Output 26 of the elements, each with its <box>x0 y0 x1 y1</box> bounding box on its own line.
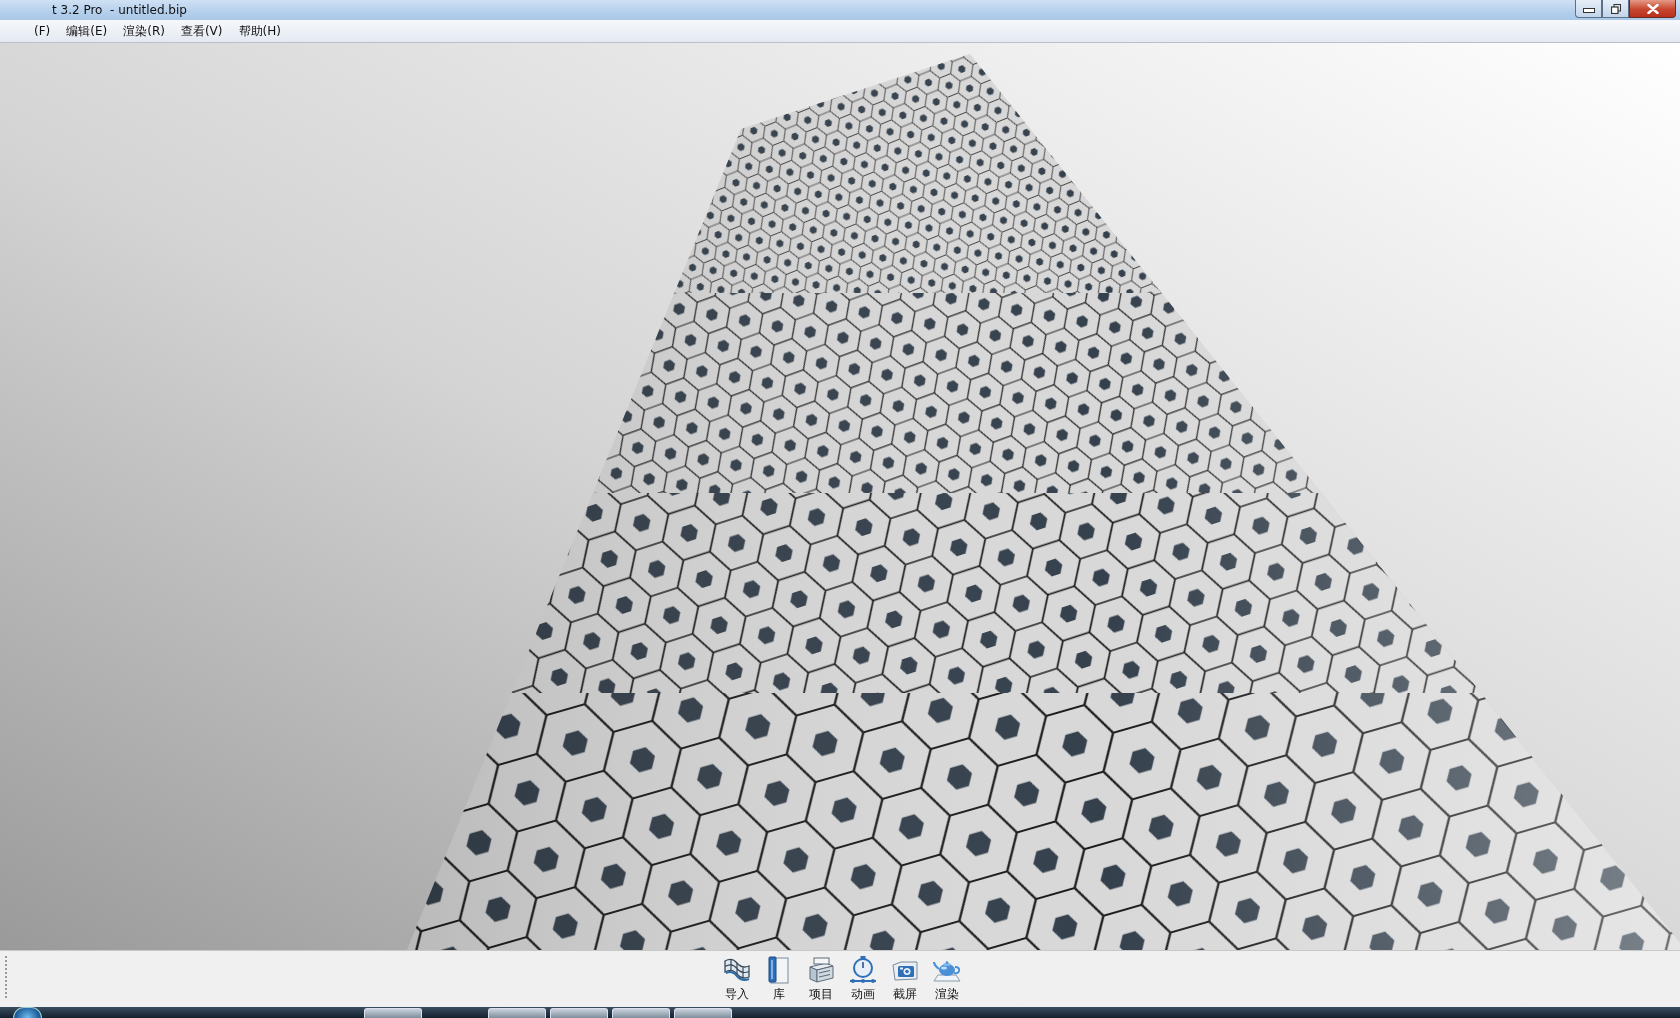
desk-icon <box>806 955 836 985</box>
taskbar-button[interactable] <box>550 1008 608 1018</box>
menu-item[interactable]: 渲染(R) <box>115 21 173 41</box>
restore-icon <box>1610 3 1621 14</box>
minimize-button[interactable] <box>1575 0 1602 18</box>
menu-item[interactable]: 帮助(H) <box>230 21 289 41</box>
start-button[interactable] <box>13 1007 42 1018</box>
taskbar-button[interactable] <box>488 1008 546 1018</box>
close-button[interactable] <box>1629 0 1676 18</box>
toolbar-button[interactable]: 渲染 <box>927 955 967 1002</box>
taskbar-button[interactable] <box>674 1008 732 1018</box>
toolbar-button[interactable]: 项目 <box>801 955 841 1002</box>
stopwatch-icon <box>848 955 878 985</box>
menu-item[interactable]: 编辑(E) <box>58 21 116 41</box>
toolbar-button[interactable]: 库 <box>759 955 799 1002</box>
menu-item[interactable]: 查看(V) <box>172 21 231 41</box>
restore-button[interactable] <box>1602 0 1629 18</box>
toolbar-button[interactable]: 截屏 <box>885 955 925 1002</box>
close-icon <box>1646 3 1659 14</box>
taskbar-button[interactable] <box>364 1008 422 1018</box>
minimize-icon <box>1582 8 1595 13</box>
window-title: t 3.2 Pro - untitled.bip <box>52 3 188 17</box>
toolbar-button[interactable]: 动画 <box>843 955 883 1002</box>
toolbar-button[interactable]: 导入 <box>717 955 757 1002</box>
menu-item[interactable]: (F) <box>26 23 59 39</box>
taskbar-button[interactable] <box>612 1008 670 1018</box>
